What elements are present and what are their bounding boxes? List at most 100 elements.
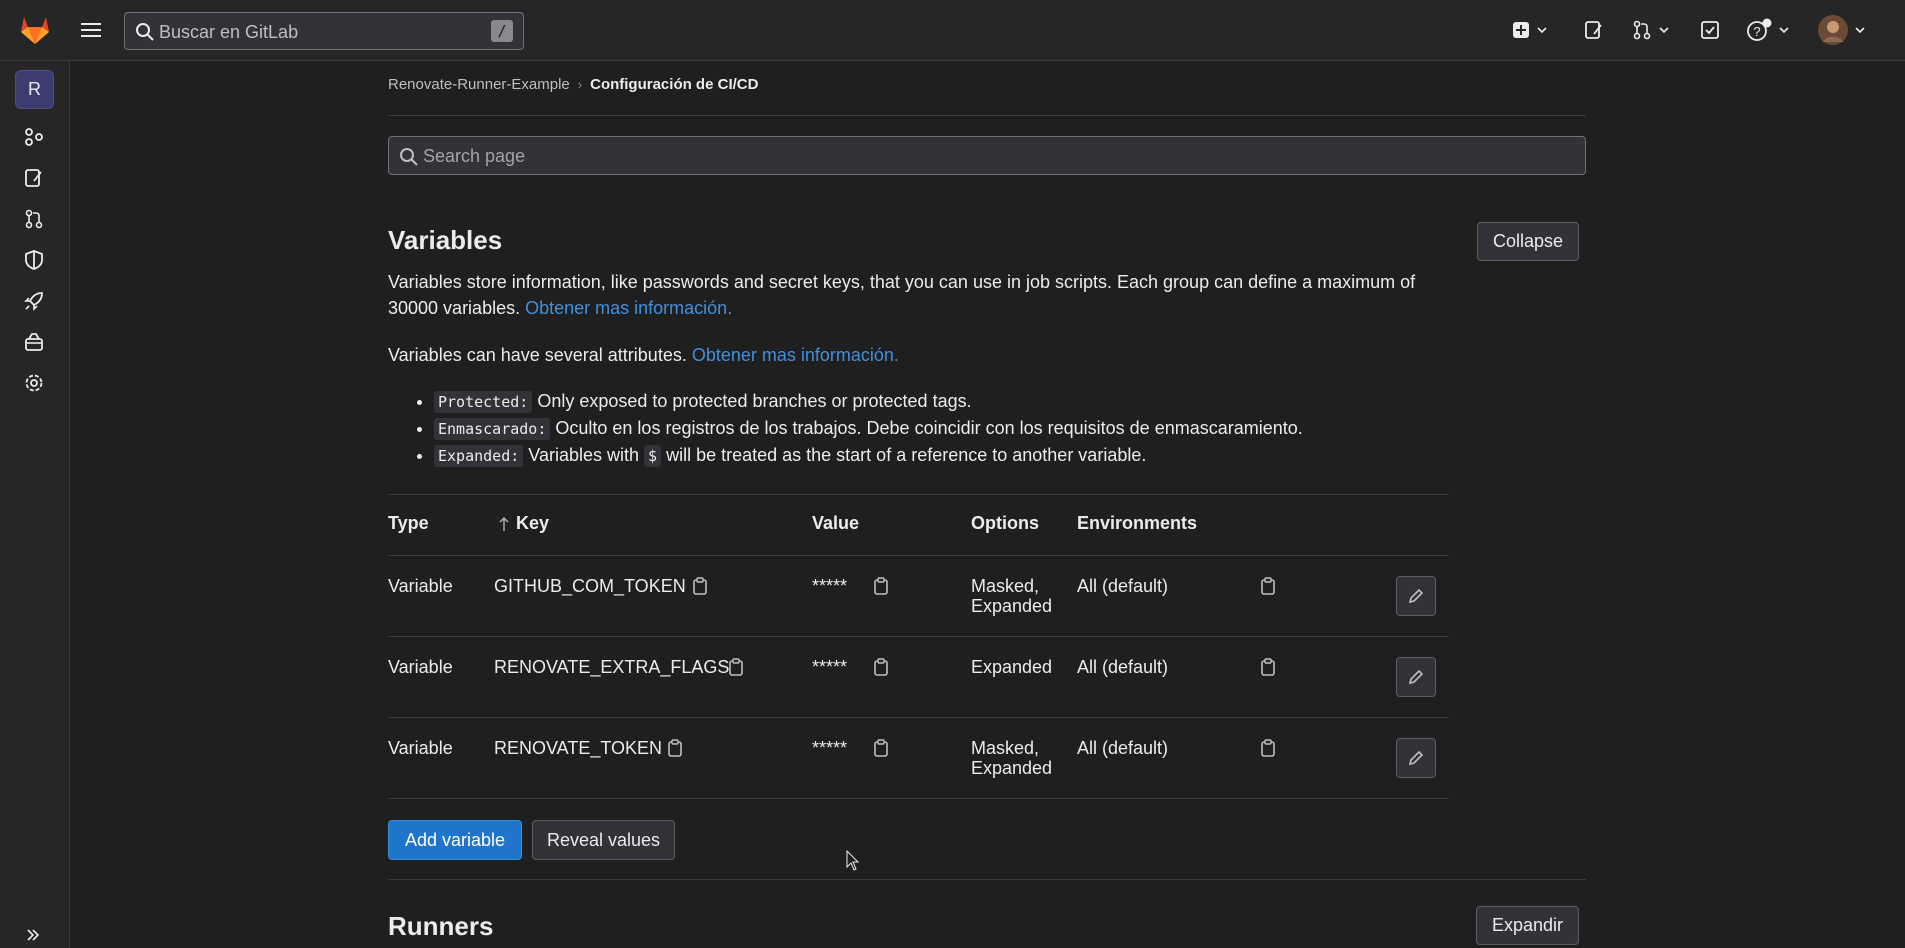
option-masked: Masked, (971, 738, 1040, 758)
issues-icon[interactable] (23, 167, 45, 189)
settings-gear-icon[interactable] (23, 372, 45, 394)
main-content: Renovate-Runner-Example › Configuración … (70, 61, 1905, 948)
list-item: Enmascarado: Oculto en los registros de … (434, 415, 1303, 442)
copy-key-icon[interactable] (691, 577, 709, 595)
cell-type: Variable (388, 576, 453, 596)
todos-button[interactable] (1700, 17, 1720, 43)
table-header-border (388, 555, 1449, 556)
cell-environment: All (default) (1077, 738, 1169, 758)
row-divider (388, 798, 1449, 799)
row-divider (388, 636, 1449, 637)
breadcrumb-project-link[interactable]: Renovate-Runner-Example (388, 76, 570, 93)
search-icon (400, 148, 418, 166)
todo-checkbox-icon (1701, 21, 1719, 39)
cell-type: Variable (388, 657, 453, 677)
cell-value: ***** (812, 576, 848, 596)
collapse-button[interactable]: Collapse (1477, 222, 1579, 261)
copy-environment-icon[interactable] (1259, 739, 1277, 757)
create-new-button[interactable] (1512, 17, 1548, 43)
cell-options: Masked, Expanded (971, 738, 1052, 778)
copy-environment-icon[interactable] (1259, 658, 1277, 676)
copy-value-icon[interactable] (872, 577, 890, 595)
merge-requests-icon[interactable] (23, 208, 45, 230)
chevron-down-icon (1659, 27, 1669, 34)
attribute-text: Variables with (528, 445, 640, 465)
pencil-icon (1408, 669, 1424, 685)
edit-variable-button[interactable] (1396, 576, 1436, 616)
attributes-intro: Variables can have several attributes. O… (388, 342, 1468, 368)
copy-environment-icon[interactable] (1259, 577, 1277, 595)
security-shield-icon[interactable] (23, 249, 45, 271)
breadcrumb-separator: › (577, 77, 583, 92)
cell-key: RENOVATE_TOKEN (494, 738, 663, 758)
top-bar: Buscar en GitLab / ? (0, 0, 1905, 61)
gitlab-logo-icon[interactable] (18, 13, 52, 47)
attributes-list: Protected: Only exposed to protected bra… (418, 388, 1303, 469)
attributes-intro-text: Variables can have several attributes. (388, 345, 687, 365)
project-overview-icon[interactable] (23, 126, 45, 148)
user-avatar (1818, 15, 1848, 45)
attribute-code: Protected: (434, 391, 533, 413)
cell-key: GITHUB_COM_TOKEN (494, 576, 686, 596)
option-expanded: Expanded (971, 596, 1053, 616)
copy-value-icon[interactable] (872, 739, 890, 757)
edit-variable-button[interactable] (1396, 738, 1436, 778)
runners-section-title: Runners (388, 911, 494, 941)
issues-button[interactable] (1584, 17, 1604, 43)
column-header-options: Options (971, 513, 1039, 533)
copy-key-icon[interactable] (666, 739, 684, 757)
chevron-down-icon (1855, 27, 1865, 34)
section-divider (388, 879, 1586, 880)
option-expanded: Expanded (971, 758, 1053, 778)
merge-request-icon (1633, 20, 1651, 40)
packages-icon[interactable] (23, 331, 45, 353)
edit-variable-button[interactable] (1396, 657, 1436, 697)
column-header-key[interactable]: Key (498, 513, 549, 534)
copy-key-icon[interactable] (727, 658, 745, 676)
add-variable-button[interactable]: Add variable (388, 820, 522, 860)
pencil-icon (1408, 750, 1424, 766)
merge-requests-button[interactable] (1632, 17, 1670, 43)
cell-environment: All (default) (1077, 576, 1169, 596)
issues-icon (1585, 21, 1602, 39)
cell-options: Masked, Expanded (971, 576, 1052, 616)
page-search-input[interactable]: Search page (388, 136, 1586, 175)
expand-runners-button[interactable]: Expandir (1476, 906, 1579, 945)
page-search-placeholder: Search page (423, 146, 526, 166)
deployments-rocket-icon[interactable] (23, 290, 45, 312)
reveal-values-button[interactable]: Reveal values (532, 820, 675, 860)
attribute-text: will be treated as the start of a refere… (666, 445, 1147, 465)
learn-more-link[interactable]: Obtener mas información. (525, 298, 732, 318)
option-masked: Masked, (971, 576, 1040, 596)
column-header-environments: Environments (1077, 513, 1198, 533)
help-icon: ? (1747, 18, 1772, 41)
left-sidebar: R (0, 61, 70, 948)
cell-key: RENOVATE_EXTRA_FLAGS (494, 657, 730, 677)
cell-type: Variable (388, 738, 453, 758)
column-header-key-label: Key (516, 513, 550, 533)
column-header-value: Value (812, 513, 860, 533)
breadcrumb: Renovate-Runner-Example › Configuración … (388, 76, 758, 93)
list-item: Expanded: Variables with $ will be treat… (434, 442, 1303, 469)
cell-environment: All (default) (1077, 657, 1169, 677)
attributes-learn-more-link[interactable]: Obtener mas información. (692, 345, 899, 365)
expand-sidebar-icon[interactable] (25, 927, 41, 943)
search-icon (136, 23, 154, 41)
attribute-code: Expanded: (434, 445, 524, 467)
chevron-down-icon (1779, 27, 1789, 34)
search-placeholder: Buscar en GitLab (159, 22, 299, 42)
global-search-input[interactable]: Buscar en GitLab / (124, 12, 524, 50)
project-avatar[interactable]: R (15, 70, 54, 109)
help-button[interactable]: ? (1746, 17, 1790, 43)
cell-value: ***** (812, 657, 848, 677)
cell-options: Expanded (971, 657, 1052, 677)
pencil-icon (1408, 588, 1424, 604)
column-header-type: Type (388, 513, 429, 533)
breadcrumb-current[interactable]: Configuración de CI/CD (590, 76, 758, 93)
menu-icon[interactable] (78, 17, 104, 43)
user-menu-button[interactable] (1818, 15, 1866, 45)
divider (388, 115, 1586, 116)
copy-value-icon[interactable] (872, 658, 890, 676)
inline-code: $ (644, 445, 662, 467)
attribute-text: Only exposed to protected branches or pr… (537, 391, 972, 411)
